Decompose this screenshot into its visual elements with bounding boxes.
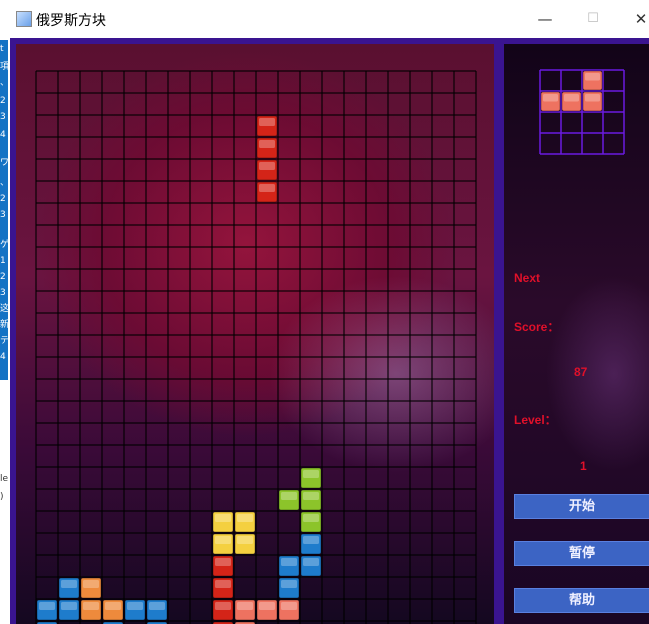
tetromino-cell bbox=[212, 599, 234, 621]
next-piece-cell bbox=[582, 91, 603, 112]
tetromino-cell bbox=[80, 599, 102, 621]
background-fragment: ワ bbox=[0, 158, 10, 168]
level-label: Level： bbox=[514, 413, 557, 427]
window-title: 俄罗斯方块 bbox=[36, 13, 106, 29]
tetromino-cell bbox=[300, 489, 322, 511]
next-piece-cell bbox=[540, 91, 561, 112]
tetromino-cell bbox=[212, 511, 234, 533]
tetromino-cell bbox=[278, 555, 300, 577]
tetromino-cell bbox=[300, 467, 322, 489]
game-frame: Next Score： 87 Level： 1 开始 暂停 帮助 bbox=[10, 38, 649, 624]
next-piece-cell bbox=[561, 91, 582, 112]
minimize-button[interactable]: — bbox=[530, 8, 560, 30]
background-fragment: 、 bbox=[0, 78, 10, 88]
pause-button[interactable]: 暂停 bbox=[514, 541, 649, 566]
background-fragment: 4 bbox=[0, 352, 6, 362]
tetromino-cell bbox=[300, 555, 322, 577]
background-fragment: 3 bbox=[0, 112, 6, 122]
background-fragment: 1 bbox=[0, 256, 6, 266]
start-button[interactable]: 开始 bbox=[514, 494, 649, 519]
tetromino-cell bbox=[58, 599, 80, 621]
background-fragment: t bbox=[0, 44, 4, 54]
background-fragment: 、 bbox=[0, 178, 10, 188]
background-fragment: ) bbox=[0, 492, 4, 502]
close-button[interactable]: ✕ bbox=[626, 8, 649, 30]
tetromino-cell bbox=[58, 577, 80, 599]
next-piece-preview bbox=[539, 69, 625, 155]
background-fragment: 4 bbox=[0, 130, 6, 140]
tetromino-cell bbox=[124, 599, 146, 621]
background-fragment: 3 bbox=[0, 288, 6, 298]
tetromino-cell bbox=[278, 577, 300, 599]
tetromino-cell bbox=[278, 489, 300, 511]
tetromino-cell bbox=[212, 533, 234, 555]
background-fragment: ゲ bbox=[0, 240, 10, 250]
tetromino-cell bbox=[256, 181, 278, 203]
score-value: 87 bbox=[574, 365, 588, 379]
tetromino-cell bbox=[102, 599, 124, 621]
background-fragment: 这 bbox=[0, 304, 10, 314]
tetromino-cell bbox=[234, 533, 256, 555]
background-fragment: 2 bbox=[0, 272, 6, 282]
game-board bbox=[16, 44, 494, 624]
tetromino-cell bbox=[234, 511, 256, 533]
tetromino-cell bbox=[146, 599, 168, 621]
title-bar[interactable]: 俄罗斯方块 — ☐ ✕ bbox=[10, 0, 649, 38]
tetromino-cell bbox=[256, 599, 278, 621]
level-value: 1 bbox=[580, 459, 587, 473]
tetromino-cell bbox=[256, 115, 278, 137]
tetromino-cell bbox=[256, 159, 278, 181]
background-fragment: 項 bbox=[0, 62, 10, 72]
board-grid bbox=[35, 70, 477, 624]
tetromino-cell bbox=[80, 577, 102, 599]
background-fragment: テ bbox=[0, 336, 10, 346]
background-fragment: 新 bbox=[0, 320, 10, 330]
background-fragment: 3 bbox=[0, 210, 6, 220]
tetromino-cell bbox=[300, 533, 322, 555]
tetromino-cell bbox=[36, 599, 58, 621]
tetromino-cell bbox=[278, 599, 300, 621]
tetromino-cell bbox=[234, 599, 256, 621]
tetromino-cell bbox=[300, 511, 322, 533]
maximize-button[interactable]: ☐ bbox=[578, 8, 608, 30]
tetromino-cell bbox=[256, 137, 278, 159]
score-label: Score： bbox=[514, 320, 560, 334]
next-label: Next bbox=[514, 271, 541, 285]
tetromino-cell bbox=[212, 555, 234, 577]
background-fragment: 2 bbox=[0, 194, 6, 204]
java-cup-icon bbox=[16, 11, 32, 27]
help-button[interactable]: 帮助 bbox=[514, 588, 649, 613]
tetromino-cell bbox=[212, 577, 234, 599]
background-fragment: 2 bbox=[0, 96, 6, 106]
side-panel: Next Score： 87 Level： 1 开始 暂停 帮助 bbox=[504, 44, 649, 624]
background-fragment: le bbox=[0, 474, 9, 484]
next-piece-cell bbox=[582, 70, 603, 91]
background-window-strip: t 項、 2 3 4 ワ、 2 3 ゲ 1 2 3 这新テ 4 le) bbox=[0, 0, 10, 624]
